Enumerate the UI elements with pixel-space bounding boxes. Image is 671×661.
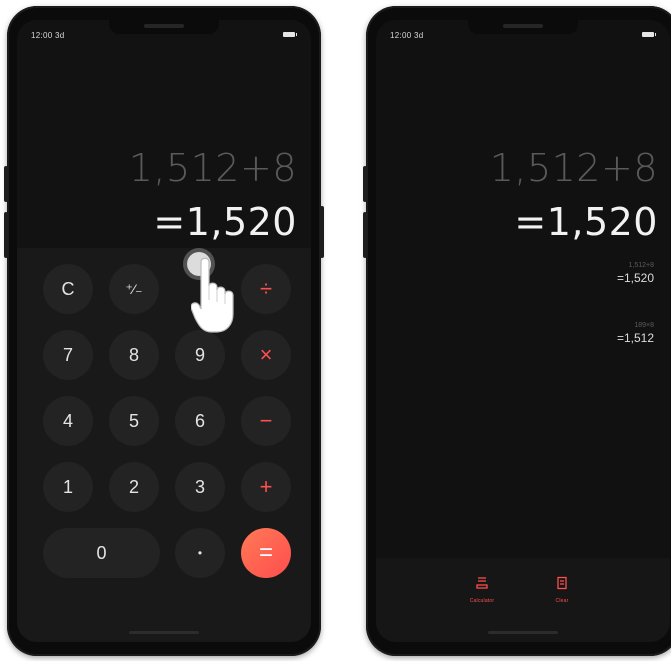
history-screen: 12:00 3d 1,512+8 =1,520 1,512+8 =1,520 1… — [376, 20, 670, 642]
multiply-key[interactable]: × — [241, 330, 291, 380]
equals-key[interactable]: = — [241, 528, 291, 578]
digit-5-key[interactable]: 5 — [109, 396, 159, 446]
result-text: =1,520 — [514, 200, 658, 244]
volume-button-lower — [4, 212, 8, 258]
volume-button — [4, 166, 8, 202]
clear-label: Clear — [555, 598, 569, 604]
digit-1-key[interactable]: 1 — [43, 462, 93, 512]
digit-8-key[interactable]: 8 — [109, 330, 159, 380]
digit-4-key[interactable]: 4 — [43, 396, 93, 446]
battery-icon — [283, 32, 297, 37]
plus-key[interactable]: + — [241, 462, 291, 512]
history-entry[interactable]: 189×8 =1,512 — [617, 322, 654, 345]
digit-6-key[interactable]: 6 — [175, 396, 225, 446]
status-time: 12:00 3d — [31, 31, 65, 40]
digit-2-key[interactable]: 2 — [109, 462, 159, 512]
volume-button-lower — [363, 212, 367, 258]
power-button — [320, 206, 324, 258]
keypad: C ⁺⁄₋ ÷ 7 8 9 × 4 5 6 − 1 2 3 + 0 • = — [17, 248, 311, 642]
calculator-label: Calculator — [469, 598, 495, 604]
clear-history-button[interactable]: Clear — [537, 576, 587, 604]
history-result: =1,520 — [616, 271, 654, 285]
expression-text: 1,512+8 — [489, 146, 658, 190]
volume-button — [363, 166, 367, 202]
clear-history-icon — [557, 576, 567, 590]
calculator-display: 12:00 3d 1,512+8 =1,520 — [17, 20, 311, 248]
history-entry[interactable]: 1,512+8 =1,520 — [617, 262, 654, 285]
phone-left: 12:00 3d 1,512+8 =1,520 C ⁺⁄₋ ÷ 7 8 9 × … — [4, 6, 324, 656]
digit-9-key[interactable]: 9 — [175, 330, 225, 380]
result-text: =1,520 — [153, 200, 297, 244]
digit-7-key[interactable]: 7 — [43, 330, 93, 380]
status-time: 12:00 3d — [390, 31, 424, 40]
home-indicator — [129, 631, 199, 634]
battery-icon — [642, 32, 656, 37]
stage: 12:00 3d 1,512+8 =1,520 C ⁺⁄₋ ÷ 7 8 9 × … — [0, 0, 671, 661]
history-display: 12:00 3d 1,512+8 =1,520 1,512+8 =1,520 1… — [376, 20, 670, 642]
decimal-key[interactable]: • — [175, 528, 225, 578]
history-expression: 1,512+8 — [628, 262, 655, 269]
calculator-icon — [476, 577, 488, 589]
history-result: =1,512 — [616, 331, 654, 345]
digit-3-key[interactable]: 3 — [175, 462, 225, 512]
history-expression: 189×8 — [634, 322, 654, 329]
divide-key[interactable]: ÷ — [241, 264, 291, 314]
sign-toggle-key[interactable]: ⁺⁄₋ — [109, 264, 159, 314]
notch — [468, 20, 578, 34]
speaker — [144, 24, 184, 28]
notch — [109, 20, 219, 34]
home-indicator — [488, 631, 558, 634]
calculator-button[interactable]: Calculator — [457, 576, 507, 604]
speaker — [503, 24, 543, 28]
expression-text: 1,512+8 — [128, 146, 297, 190]
digit-0-key[interactable]: 0 — [43, 528, 160, 578]
calculator-screen: 12:00 3d 1,512+8 =1,520 C ⁺⁄₋ ÷ 7 8 9 × … — [17, 20, 311, 642]
hand-pointer-icon — [191, 257, 234, 333]
clear-key[interactable]: C — [43, 264, 93, 314]
minus-key[interactable]: − — [241, 396, 291, 446]
history-toolbar: Calculator Clear — [376, 558, 670, 642]
phone-right: 12:00 3d 1,512+8 =1,520 1,512+8 =1,520 1… — [363, 6, 671, 656]
